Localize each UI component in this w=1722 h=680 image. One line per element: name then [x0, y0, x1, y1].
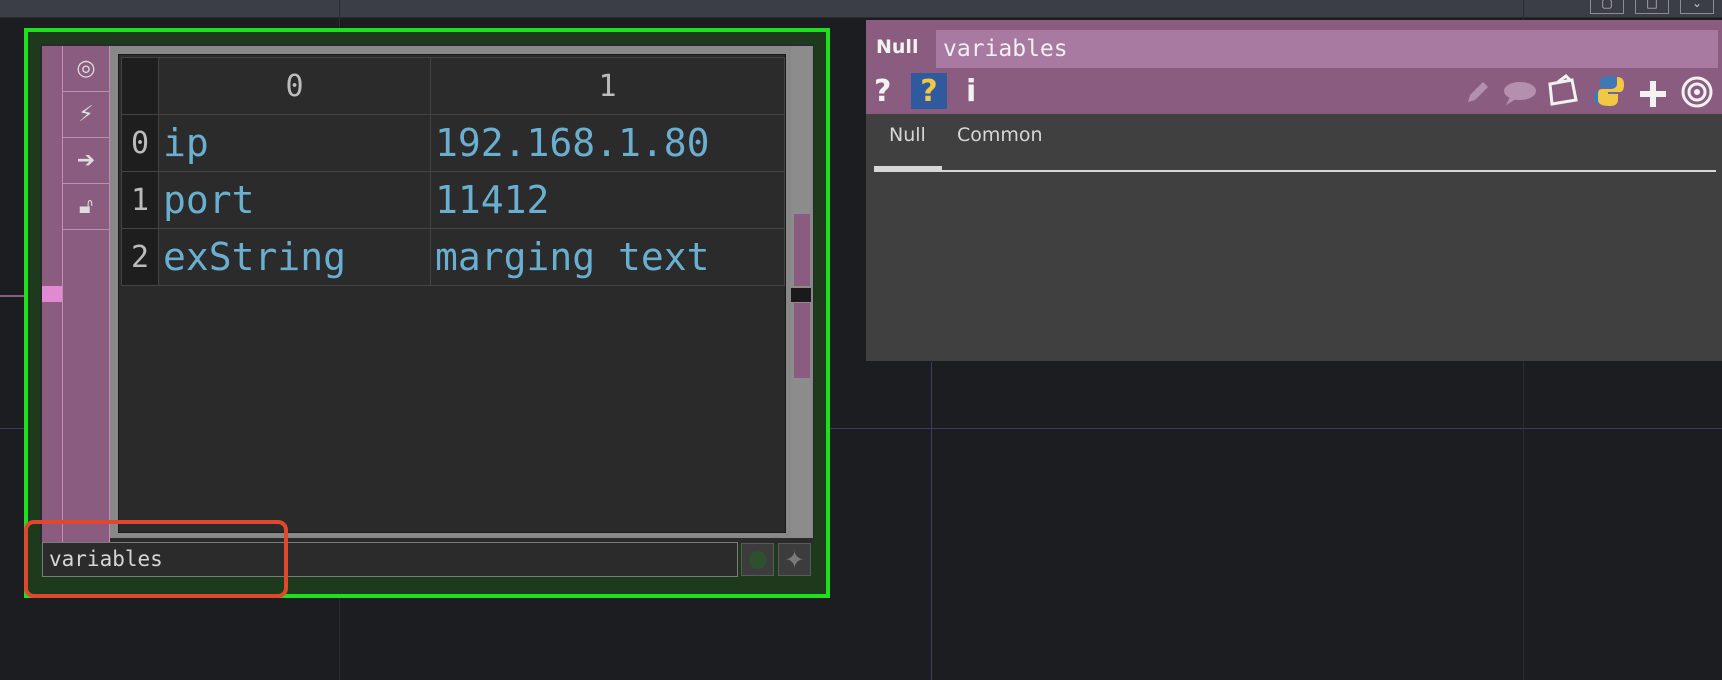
table-cell[interactable]: 192.168.1.80: [430, 114, 785, 172]
viewer-active-button[interactable]: [741, 543, 774, 576]
help-icon[interactable]: ?: [874, 73, 891, 109]
row-index: 0: [121, 114, 159, 172]
pane-split-button[interactable]: ▢: [1590, 0, 1624, 14]
info-icon[interactable]: i: [966, 73, 976, 109]
output-connector[interactable]: [794, 303, 810, 378]
add-button[interactable]: ✦: [778, 543, 811, 576]
add-icon[interactable]: [1638, 76, 1668, 112]
connector-gap: [791, 288, 811, 302]
operator-help-icon[interactable]: ?: [911, 73, 947, 109]
row-index: 2: [121, 228, 159, 286]
table-cell[interactable]: marging text: [430, 228, 785, 286]
input-connector[interactable]: [42, 286, 62, 302]
viewer-active-icon: [748, 550, 767, 569]
tab-common[interactable]: Common: [957, 124, 1043, 146]
column-header: 0: [158, 57, 431, 115]
edit-icon[interactable]: [1462, 75, 1492, 111]
tab-null[interactable]: Null: [889, 124, 926, 146]
column-header: 1: [430, 57, 785, 115]
tab-divider: [874, 170, 1716, 172]
lock-icon[interactable]: 🔓︎: [63, 184, 109, 230]
table-row: 2 exString marging text: [121, 228, 785, 286]
operator-type-label: Null: [876, 36, 919, 58]
network-grid-line: [931, 362, 932, 680]
node-flags: ◎ ⚡ ➔ 🔓︎: [63, 46, 110, 542]
row-index: 1: [121, 171, 159, 229]
table-row: 1 port 11412: [121, 171, 785, 229]
table-row: 0 ip 192.168.1.80: [121, 114, 785, 172]
output-connector[interactable]: [794, 214, 810, 286]
pane-maximize-button[interactable]: □: [1635, 0, 1669, 14]
table-cell[interactable]: exString: [158, 228, 431, 286]
pane-menu-button[interactable]: ⌄: [1680, 0, 1714, 14]
table-cell[interactable]: 11412: [430, 171, 785, 229]
display-icon[interactable]: ➔: [63, 138, 109, 184]
python-icon[interactable]: [1592, 73, 1626, 109]
comment-icon[interactable]: [1502, 75, 1538, 111]
target-icon[interactable]: [1680, 74, 1714, 110]
viewer-flag-icon[interactable]: ◎: [63, 46, 109, 92]
add-icon: ✦: [784, 545, 805, 574]
dat-table: 0 1 0 ip 192.168.1.80 1 port 11412 2 exS…: [121, 57, 785, 286]
top-toolbar: [0, 0, 1722, 18]
clipboard-icon[interactable]: [1546, 73, 1580, 109]
table-corner: [121, 57, 159, 115]
table-cell[interactable]: port: [158, 171, 431, 229]
active-tab-indicator: [874, 166, 942, 171]
bypass-icon[interactable]: ⚡: [63, 92, 109, 138]
annotation-highlight-box: [24, 520, 288, 598]
table-header-row: 0 1: [121, 57, 785, 115]
table-cell[interactable]: ip: [158, 114, 431, 172]
operator-name-field[interactable]: variables: [936, 30, 1718, 68]
